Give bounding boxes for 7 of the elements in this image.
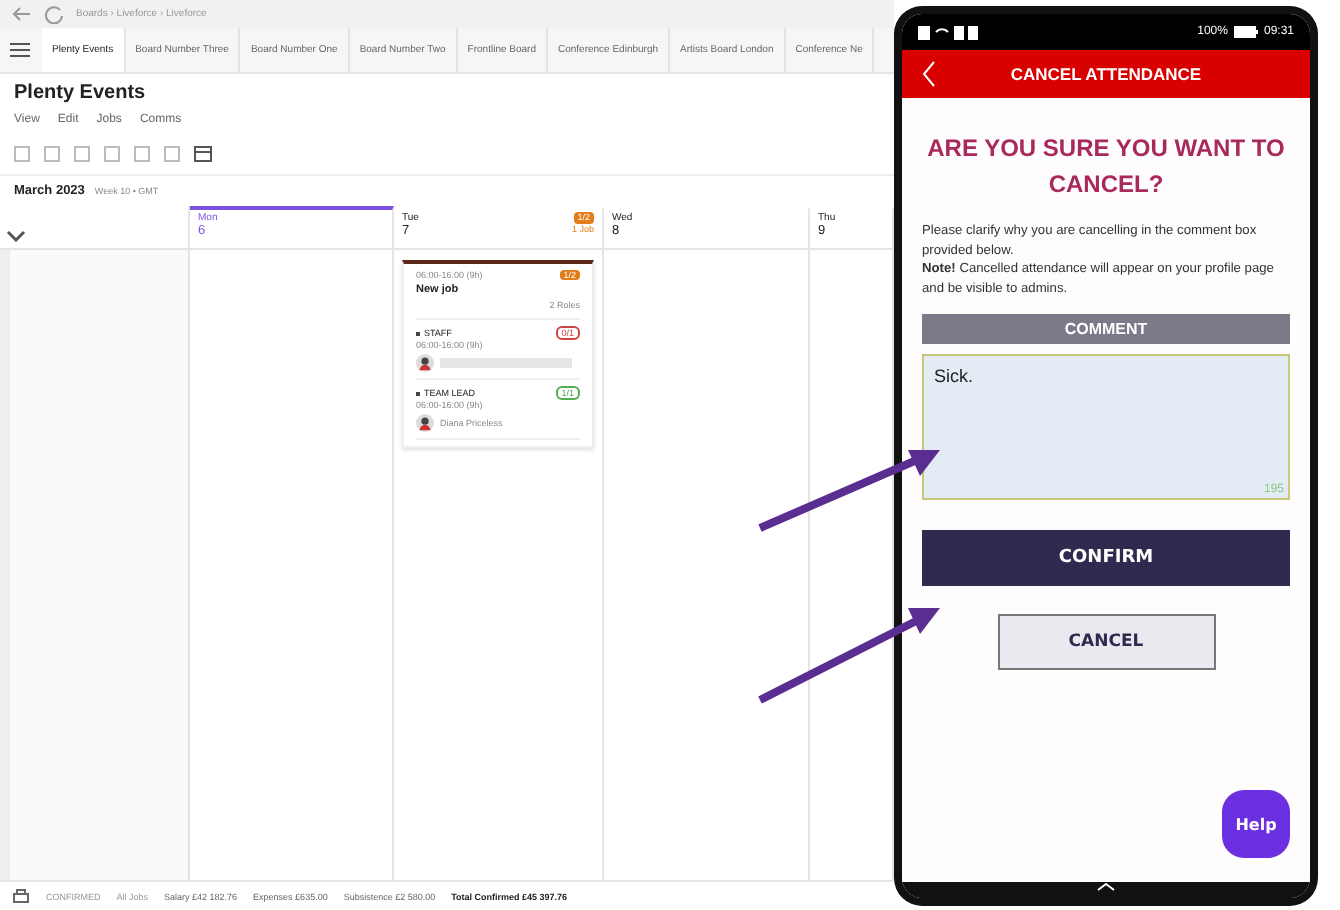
- confirm-button[interactable]: CONFIRM: [922, 530, 1290, 587]
- help-button[interactable]: Help: [1222, 790, 1290, 858]
- comment-label: COMMENT: [922, 314, 1290, 345]
- screen-title: CANCEL ATTENDANCE: [1010, 64, 1202, 84]
- confirm-question: ARE YOU SURE YOU WANT TO CANCEL?: [925, 132, 1287, 202]
- board-title: Plenty Events: [12, 80, 148, 108]
- cancel-button[interactable]: CANCEL: [997, 614, 1215, 671]
